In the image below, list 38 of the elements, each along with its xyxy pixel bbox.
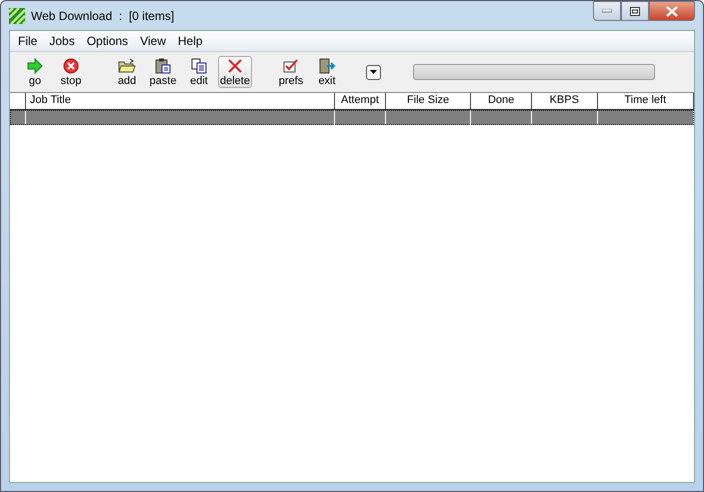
clipboard-icon [155, 58, 171, 74]
window-title: Web Download : [0 items] [31, 8, 176, 22]
column-header[interactable]: Job Title [26, 93, 336, 109]
go-button[interactable]: go [18, 56, 52, 88]
delete-button[interactable]: delete [218, 56, 252, 88]
exit-button[interactable]: exit [310, 56, 344, 88]
minimize-icon [602, 9, 612, 13]
column-header[interactable]: Attempt [335, 93, 386, 109]
menu-item[interactable]: File [12, 34, 44, 48]
arrow-icon [27, 58, 43, 74]
caret-icon [370, 70, 377, 74]
stop-icon [63, 58, 79, 74]
edit-button[interactable]: edit [182, 56, 216, 88]
column-header[interactable]: File Size [386, 93, 472, 109]
add-button[interactable]: add [110, 56, 144, 88]
menu-item[interactable]: Jobs [43, 34, 81, 48]
table-row[interactable] [10, 110, 694, 125]
menu-item[interactable]: Options [80, 34, 134, 48]
delete-icon [227, 58, 243, 74]
copy-icon [191, 58, 207, 74]
maximize-button[interactable] [621, 1, 649, 21]
close-icon [666, 6, 678, 16]
minimize-button[interactable] [593, 1, 621, 21]
door-icon [319, 58, 335, 74]
close-button[interactable] [649, 1, 695, 21]
menu-item[interactable]: View [134, 34, 172, 48]
menu-item[interactable]: Help [172, 34, 209, 48]
checkbox-icon [283, 58, 299, 74]
column-header[interactable]: KBPS [532, 93, 598, 109]
dropdown-button[interactable] [366, 64, 381, 80]
app-icon [9, 8, 25, 24]
column-header[interactable]: Done [471, 93, 532, 109]
stop-button[interactable]: stop [54, 56, 88, 88]
prefs-button[interactable]: prefs [274, 56, 308, 88]
paste-button[interactable]: paste [146, 56, 180, 88]
folder-icon [118, 58, 136, 74]
column-header[interactable]: Time left [598, 93, 694, 109]
maximize-icon [630, 6, 640, 16]
